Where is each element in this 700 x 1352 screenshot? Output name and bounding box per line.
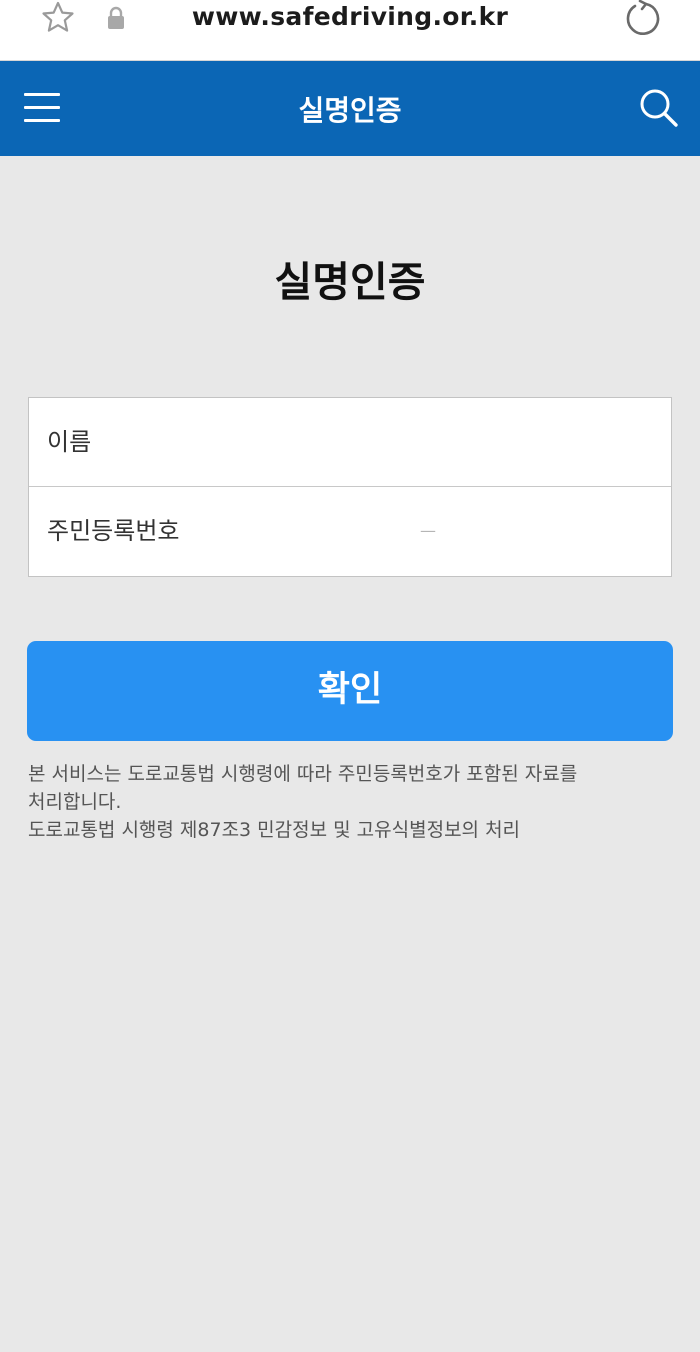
search-icon[interactable] <box>638 87 680 129</box>
name-row: 이름 <box>29 398 671 487</box>
name-label: 이름 <box>47 428 92 456</box>
notice-line-3: 도로교통법 시행령 제87조3 민감정보 및 고유식별정보의 처리 <box>28 819 521 841</box>
notice-line-2: 처리합니다. <box>28 791 122 813</box>
page-title: 실명인증 <box>274 258 426 306</box>
rrn-row: 주민등록번호 — <box>29 487 671 576</box>
rrn-label: 주민등록번호 <box>47 517 180 545</box>
notice-line-1: 본 서비스는 도로교통법 시행령에 따라 주민등록번호가 포함된 자료를 <box>28 763 578 785</box>
rrn-separator: — <box>420 521 436 540</box>
verification-form: 이름 주민등록번호 — <box>28 397 672 577</box>
browser-url-bar: www.safedriving.or.kr <box>0 0 700 61</box>
privacy-notice: 본 서비스는 도로교통법 시행령에 따라 주민등록번호가 포함된 자료를 처리합… <box>28 760 668 844</box>
rrn-front-input[interactable] <box>219 501 423 563</box>
url-text[interactable]: www.safedriving.or.kr <box>0 2 700 31</box>
reload-icon[interactable] <box>622 0 662 38</box>
app-header: 실명인증 <box>0 61 700 156</box>
header-title: 실명인증 <box>298 94 402 127</box>
name-input[interactable] <box>189 412 653 474</box>
rrn-back-input[interactable] <box>449 501 653 563</box>
confirm-button[interactable]: 확인 <box>27 641 673 741</box>
